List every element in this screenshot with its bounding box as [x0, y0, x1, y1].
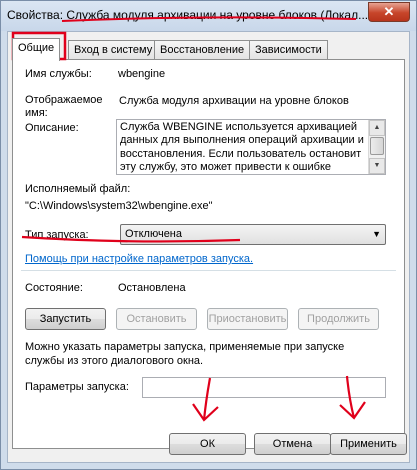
general-tab-panel: Имя службы: wbengine Отображаемое имя: С…: [12, 59, 405, 449]
scroll-down-arrow-icon[interactable]: ▼: [369, 158, 385, 174]
service-name-value: wbengine: [118, 68, 166, 80]
description-text: Служба WBENGINE используется архивацией …: [120, 121, 364, 173]
tab-logon[interactable]: Вход в систему: [68, 40, 159, 60]
service-properties-window: Свойства: Служба модуля архивации на уро…: [0, 0, 417, 470]
scroll-thumb[interactable]: [370, 137, 384, 155]
status-label: Состояние:: [25, 282, 83, 294]
start-params-input[interactable]: [142, 377, 386, 398]
description-scrollbar[interactable]: ▲ ▼: [368, 120, 385, 174]
pause-button[interactable]: Приостановить: [207, 308, 288, 330]
scroll-up-arrow-icon[interactable]: ▲: [369, 120, 385, 136]
window-title: Свойства: Служба модуля архивации на уро…: [7, 8, 367, 22]
title-bar[interactable]: Свойства: Служба модуля архивации на уро…: [1, 1, 416, 31]
startup-type-select[interactable]: Отключена ▼: [120, 224, 386, 245]
exe-label: Исполняемый файл:: [25, 183, 131, 195]
start-params-hint: Можно указать параметры запуска, применя…: [25, 341, 345, 367]
start-button[interactable]: Запустить: [25, 308, 106, 330]
divider: [21, 270, 396, 271]
description-box[interactable]: Служба WBENGINE используется архивацией …: [116, 119, 386, 175]
display-name-label: Отображаемое имя:: [25, 94, 103, 119]
stop-button[interactable]: Остановить: [116, 308, 197, 330]
exe-path: "C:\Windows\system32\wbengine.exe": [25, 200, 213, 212]
start-params-label: Параметры запуска:: [25, 381, 129, 393]
cancel-button[interactable]: Отмена: [254, 433, 331, 455]
display-name-value: Служба модуля архивации на уровне блоков: [119, 95, 349, 107]
tab-recovery[interactable]: Восстановление: [154, 40, 251, 60]
ok-button[interactable]: ОК: [169, 433, 246, 455]
startup-help-link[interactable]: Помощь при настройке параметров запуска.: [25, 253, 253, 265]
dropdown-arrow-icon: ▼: [372, 229, 381, 239]
resume-button[interactable]: Продолжить: [298, 308, 379, 330]
tab-dependencies[interactable]: Зависимости: [249, 40, 328, 60]
dialog-content: Общие Вход в систему Восстановление Зави…: [7, 31, 410, 463]
description-label: Описание:: [25, 122, 79, 134]
service-name-label: Имя службы:: [25, 68, 92, 80]
close-button[interactable]: ✕: [368, 2, 410, 22]
startup-type-value: Отключена: [125, 228, 182, 240]
display-name-field[interactable]: Служба модуля архивации на уровне блоков: [116, 91, 386, 111]
tab-general[interactable]: Общие: [12, 38, 61, 61]
apply-button[interactable]: Применить: [330, 433, 407, 455]
startup-type-label: Тип запуска:: [25, 229, 89, 241]
status-value: Остановлена: [118, 282, 186, 294]
